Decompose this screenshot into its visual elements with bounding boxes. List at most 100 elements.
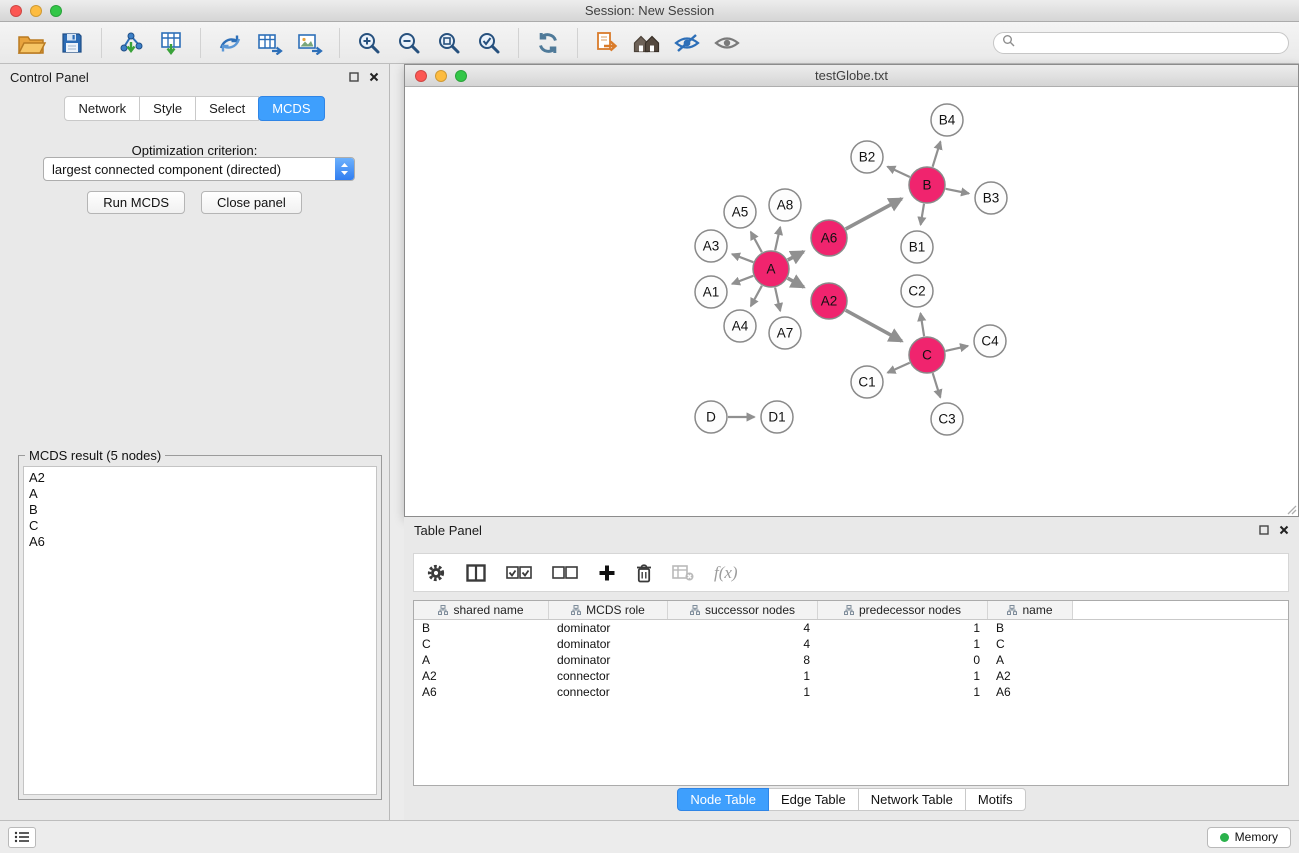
zoom-fit-icon[interactable] (432, 28, 466, 58)
graph-edge-A-A2[interactable] (788, 278, 804, 287)
graph-edge-A2-C[interactable] (846, 310, 902, 341)
mcds-result-item[interactable]: A (29, 486, 371, 502)
tab-mcds[interactable]: MCDS (258, 96, 324, 121)
graph-edge-C-C3[interactable] (933, 373, 941, 397)
graph-node-D[interactable]: D (695, 401, 727, 433)
table-row[interactable]: Cdominator41C (414, 636, 1288, 652)
graph-node-C4[interactable]: C4 (974, 325, 1006, 357)
traffic-light-zoom[interactable] (50, 5, 62, 17)
task-history-button[interactable] (8, 827, 36, 848)
graph-edge-C-C4[interactable] (946, 346, 968, 351)
column-header-name[interactable]: name (988, 601, 1073, 619)
network-canvas[interactable]: B4 B2 B B3 A8 A5 A6 A3 B1 A A1 C2 A2 A4 A7 C4 C C1 D D1 C3 (405, 87, 1298, 516)
toolbar-search-input[interactable] (1020, 36, 1280, 50)
delete-table-icon[interactable] (672, 565, 694, 581)
graph-node-A1[interactable]: A1 (695, 276, 727, 308)
graph-edge-B-B2[interactable] (888, 167, 910, 177)
graph-edge-A6-B[interactable] (846, 199, 902, 229)
network-traffic-light-zoom[interactable] (455, 70, 467, 82)
hide-selected-icon[interactable] (670, 28, 704, 58)
graph-node-A8[interactable]: A8 (769, 189, 801, 221)
graph-edge-A-A5[interactable] (751, 232, 762, 252)
graph-node-A5[interactable]: A5 (724, 196, 756, 228)
graph-node-B[interactable]: B (909, 167, 945, 203)
close-panel-icon[interactable] (369, 70, 379, 85)
network-graph[interactable]: B4 B2 B B3 A8 A5 A6 A3 B1 A A1 C2 A2 A4 A7 C4 C C1 D D1 C3 (405, 87, 1298, 516)
graph-edge-A-A4[interactable] (751, 286, 762, 306)
open-session-icon[interactable] (15, 28, 49, 58)
table-row[interactable]: A2connector11A2 (414, 668, 1288, 684)
zoom-selected-icon[interactable] (472, 28, 506, 58)
graph-edge-B-B1[interactable] (921, 204, 924, 225)
graph-edge-A-A3[interactable] (732, 254, 753, 262)
show-all-homes-icon[interactable] (630, 28, 664, 58)
graph-node-C3[interactable]: C3 (931, 403, 963, 435)
graph-node-B3[interactable]: B3 (975, 182, 1007, 214)
mcds-result-item[interactable]: C (29, 518, 371, 534)
mcds-result-item[interactable]: A2 (29, 470, 371, 486)
tab-edge-table[interactable]: Edge Table (769, 788, 859, 811)
graph-node-A3[interactable]: A3 (695, 230, 727, 262)
function-builder-icon[interactable]: f(x) (714, 563, 738, 583)
export-table-icon[interactable] (253, 28, 287, 58)
traffic-light-minimize[interactable] (30, 5, 42, 17)
delete-row-icon[interactable] (636, 563, 652, 583)
export-image-icon[interactable] (293, 28, 327, 58)
select-all-icon[interactable] (506, 566, 532, 580)
close-table-panel-icon[interactable] (1279, 523, 1289, 538)
graph-node-B1[interactable]: B1 (901, 231, 933, 263)
refresh-layout-icon[interactable] (531, 28, 565, 58)
graph-edge-A-A6[interactable] (788, 252, 804, 260)
network-traffic-light-close[interactable] (415, 70, 427, 82)
graph-edge-B-B3[interactable] (946, 189, 969, 194)
add-row-icon[interactable] (598, 564, 616, 582)
column-header-predecessor-nodes[interactable]: predecessor nodes (818, 601, 988, 619)
tab-select[interactable]: Select (196, 96, 259, 121)
memory-button[interactable]: Memory (1207, 827, 1291, 848)
save-session-icon[interactable] (55, 28, 89, 58)
float-table-panel-icon[interactable] (1259, 523, 1269, 538)
table-row[interactable]: Bdominator41B (414, 620, 1288, 636)
zoom-out-icon[interactable] (392, 28, 426, 58)
tab-node-table[interactable]: Node Table (677, 788, 769, 811)
graph-node-D1[interactable]: D1 (761, 401, 793, 433)
tab-network-table[interactable]: Network Table (859, 788, 966, 811)
graph-edge-A-A7[interactable] (775, 288, 780, 311)
criterion-dropdown[interactable]: largest connected component (directed) (43, 157, 355, 181)
tab-motifs[interactable]: Motifs (966, 788, 1026, 811)
graph-edge-C-C2[interactable] (921, 313, 925, 336)
mcds-result-item[interactable]: A6 (29, 534, 371, 550)
graph-node-B4[interactable]: B4 (931, 104, 963, 136)
graph-edge-B-B4[interactable] (933, 142, 941, 167)
graph-node-B2[interactable]: B2 (851, 141, 883, 173)
tab-network[interactable]: Network (64, 96, 140, 121)
new-network-icon[interactable] (213, 28, 247, 58)
float-panel-icon[interactable] (349, 70, 359, 85)
graph-node-A4[interactable]: A4 (724, 310, 756, 342)
graph-node-C2[interactable]: C2 (901, 275, 933, 307)
first-neighbors-icon[interactable] (590, 28, 624, 58)
graph-node-A[interactable]: A (753, 251, 789, 287)
graph-node-C1[interactable]: C1 (851, 366, 883, 398)
graph-node-A6[interactable]: A6 (811, 220, 847, 256)
graph-edge-C-C1[interactable] (888, 363, 910, 373)
resize-gripper-icon[interactable] (1285, 503, 1297, 515)
show-eye-icon[interactable] (710, 28, 744, 58)
table-settings-gear-icon[interactable] (426, 563, 446, 583)
close-panel-button[interactable]: Close panel (201, 191, 302, 214)
zoom-in-icon[interactable] (352, 28, 386, 58)
network-traffic-light-minimize[interactable] (435, 70, 447, 82)
graph-node-C[interactable]: C (909, 337, 945, 373)
graph-edge-A-A8[interactable] (775, 227, 780, 250)
import-table-icon[interactable] (154, 28, 188, 58)
show-columns-icon[interactable] (466, 564, 486, 582)
column-header-shared-name[interactable]: shared name (414, 601, 549, 619)
deselect-all-icon[interactable] (552, 566, 578, 580)
import-network-icon[interactable] (114, 28, 148, 58)
column-header-MCDS-role[interactable]: MCDS role (549, 601, 668, 619)
mcds-result-item[interactable]: B (29, 502, 371, 518)
graph-node-A2[interactable]: A2 (811, 283, 847, 319)
table-row[interactable]: Adominator80A (414, 652, 1288, 668)
graph-node-A7[interactable]: A7 (769, 317, 801, 349)
traffic-light-close[interactable] (10, 5, 22, 17)
